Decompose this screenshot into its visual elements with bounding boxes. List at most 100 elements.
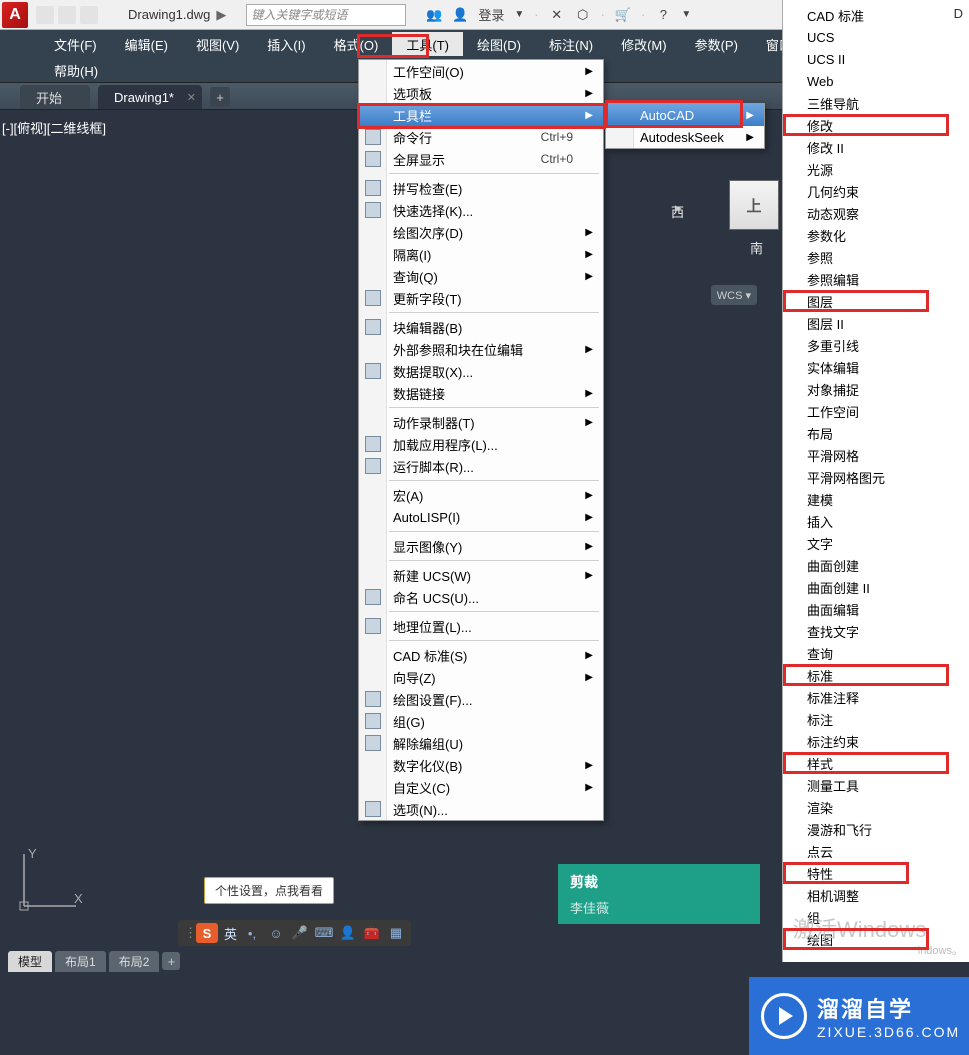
media-notification[interactable]: 剪裁 李佳薇 — [558, 864, 760, 924]
menu-item[interactable]: 解除编组(U) — [359, 732, 603, 754]
cube-arrow-icon[interactable]: ▸ — [675, 200, 682, 216]
toolbar-list-item[interactable]: 组 — [783, 906, 969, 928]
ime-skin-icon[interactable]: 👤 — [339, 924, 357, 942]
toolbar-list-item[interactable]: 标注 — [783, 708, 969, 730]
toolbar-list-item[interactable]: 修改 II — [783, 136, 969, 158]
menu-item[interactable]: 动作录制器(T)▶ — [359, 411, 603, 433]
toolbar-list-item[interactable]: 图层 — [783, 290, 969, 312]
exchange-icon[interactable]: ✕ — [549, 7, 565, 23]
cube-top-face[interactable]: 上 — [729, 180, 779, 230]
model-tab[interactable]: 模型 — [8, 951, 52, 972]
menu-item[interactable]: 绘图设置(F)... — [359, 688, 603, 710]
toolbar-list-item[interactable]: 光源 — [783, 158, 969, 180]
toolbar-list-item[interactable]: 三维导航 — [783, 92, 969, 114]
toolbar-list-item[interactable]: 标准注释 — [783, 686, 969, 708]
toolbar-list-item[interactable]: 平滑网格图元 — [783, 466, 969, 488]
chevron-right-icon[interactable]: ▶ — [216, 7, 226, 23]
toolbar-list-item[interactable]: Web — [783, 70, 969, 92]
add-tab-button[interactable]: + — [210, 87, 230, 107]
start-tab[interactable]: 开始 — [20, 85, 90, 109]
chevron-down-icon[interactable]: ▼ — [514, 9, 524, 20]
qat-button[interactable] — [58, 6, 76, 24]
submenu-item[interactable]: AutodeskSeek▶ — [606, 126, 764, 148]
toolbar-list-item[interactable]: 布局 — [783, 422, 969, 444]
ime-emoji-icon[interactable]: ☺ — [267, 924, 285, 942]
login-button[interactable]: 登录 — [478, 5, 504, 24]
toolbar-list-item[interactable]: 参照 — [783, 246, 969, 268]
menu-edit[interactable]: 编辑(E) — [111, 32, 182, 56]
layout2-tab[interactable]: 布局2 — [109, 951, 160, 972]
menu-item[interactable]: 快速选择(K)... — [359, 199, 603, 221]
toolbar-list-item[interactable]: 修改 — [783, 114, 969, 136]
menu-item[interactable]: 命名 UCS(U)... — [359, 586, 603, 608]
toolbar-list-item[interactable]: 标注约束 — [783, 730, 969, 752]
search-input[interactable]: 键入关键字或短语 — [246, 4, 406, 26]
menu-item[interactable]: 地理位置(L)... — [359, 615, 603, 637]
menu-item[interactable]: 选项板▶ — [359, 82, 603, 104]
menu-file[interactable]: 文件(F) — [40, 32, 111, 56]
ime-grid-icon[interactable]: ▦ — [387, 924, 405, 942]
toolbar-list-item[interactable]: 平滑网格 — [783, 444, 969, 466]
menu-item[interactable]: 块编辑器(B) — [359, 316, 603, 338]
toolbar-list-item[interactable]: CAD 标准 — [783, 4, 969, 26]
close-tab-icon[interactable]: ✕ — [187, 91, 196, 104]
user-icon[interactable]: 👤 — [452, 7, 468, 23]
drawing-tab[interactable]: Drawing1* ✕ — [98, 85, 202, 109]
toolbar-list-item[interactable]: 曲面创建 II — [783, 576, 969, 598]
toolbar-list-item[interactable]: 多重引线 — [783, 334, 969, 356]
toolbar-list-item[interactable]: 工作空间 — [783, 400, 969, 422]
menu-parametric[interactable]: 参数(P) — [681, 32, 752, 56]
menu-item[interactable]: 绘图次序(D)▶ — [359, 221, 603, 243]
menu-item[interactable]: 显示图像(Y)▶ — [359, 535, 603, 557]
toolbar-list-item[interactable]: 对象捕捉 — [783, 378, 969, 400]
menu-draw[interactable]: 绘图(D) — [463, 32, 535, 56]
viewport-label[interactable]: [-][俯视][二维线框] — [2, 118, 106, 137]
toolbar-list-item[interactable]: 特性 — [783, 862, 969, 884]
toolbar-list-item[interactable]: 点云 — [783, 840, 969, 862]
signin-icon[interactable]: 👥 — [426, 7, 442, 23]
ime-mode-icon[interactable]: S — [196, 923, 218, 943]
ime-punct-icon[interactable]: •, — [243, 924, 261, 942]
menu-item[interactable]: 工具栏▶ — [359, 104, 603, 126]
toolbar-list-item[interactable]: 图层 II — [783, 312, 969, 334]
menu-item[interactable]: 数字化仪(B)▶ — [359, 754, 603, 776]
toolbar-list-item[interactable]: 相机调整 — [783, 884, 969, 906]
ime-keyboard-icon[interactable]: ⌨ — [315, 924, 333, 942]
toolbar-list-item[interactable]: 渲染 — [783, 796, 969, 818]
submenu-item[interactable]: AutoCAD▶ — [606, 104, 764, 126]
menu-item[interactable]: 外部参照和块在位编辑▶ — [359, 338, 603, 360]
toolbar-list-item[interactable]: 建模 — [783, 488, 969, 510]
toolbar-list-item[interactable]: 漫游和飞行 — [783, 818, 969, 840]
toolbar-list-item[interactable]: 样式 — [783, 752, 969, 774]
layout1-tab[interactable]: 布局1 — [55, 951, 106, 972]
toolbar-list-item[interactable]: 参数化 — [783, 224, 969, 246]
toolbar-list-item[interactable]: 参照编辑 — [783, 268, 969, 290]
menu-item[interactable]: 加载应用程序(L)... — [359, 433, 603, 455]
menu-item[interactable]: 命令行Ctrl+9 — [359, 126, 603, 148]
menu-item[interactable]: 组(G) — [359, 710, 603, 732]
menu-item[interactable]: 全屏显示Ctrl+0 — [359, 148, 603, 170]
toolbar-list-item[interactable]: 测量工具 — [783, 774, 969, 796]
chevron-down-icon[interactable]: ▼ — [681, 9, 691, 20]
qat-button[interactable] — [36, 6, 54, 24]
toolbar-list-item[interactable]: 标准 — [783, 664, 969, 686]
ime-toolbar[interactable]: ⋮ S 英 •, ☺ 🎤 ⌨ 👤 🧰 ▦ — [178, 920, 411, 946]
menu-item[interactable]: 运行脚本(R)... — [359, 455, 603, 477]
menu-item[interactable]: 拼写检查(E) — [359, 177, 603, 199]
ime-toolbox-icon[interactable]: 🧰 — [363, 924, 381, 942]
menu-item[interactable]: 选项(N)... — [359, 798, 603, 820]
menu-item[interactable]: 工作空间(O)▶ — [359, 60, 603, 82]
add-layout-button[interactable]: + — [162, 952, 180, 970]
menu-view[interactable]: 视图(V) — [182, 32, 253, 56]
toolbar-list-item[interactable]: 实体编辑 — [783, 356, 969, 378]
menu-item[interactable]: CAD 标准(S)▶ — [359, 644, 603, 666]
menu-item[interactable]: 隔离(I)▶ — [359, 243, 603, 265]
view-cube[interactable]: 上 西 南 ▸ — [689, 180, 779, 270]
qat-button[interactable] — [80, 6, 98, 24]
toolbar-list-item[interactable]: 查找文字 — [783, 620, 969, 642]
menu-help[interactable]: 帮助(H) — [40, 58, 112, 82]
help-icon[interactable]: ? — [655, 7, 671, 23]
app-icon[interactable]: A — [2, 2, 28, 28]
toolbar-list-item[interactable]: 曲面创建 — [783, 554, 969, 576]
toolbar-list-item[interactable]: 动态观察 — [783, 202, 969, 224]
